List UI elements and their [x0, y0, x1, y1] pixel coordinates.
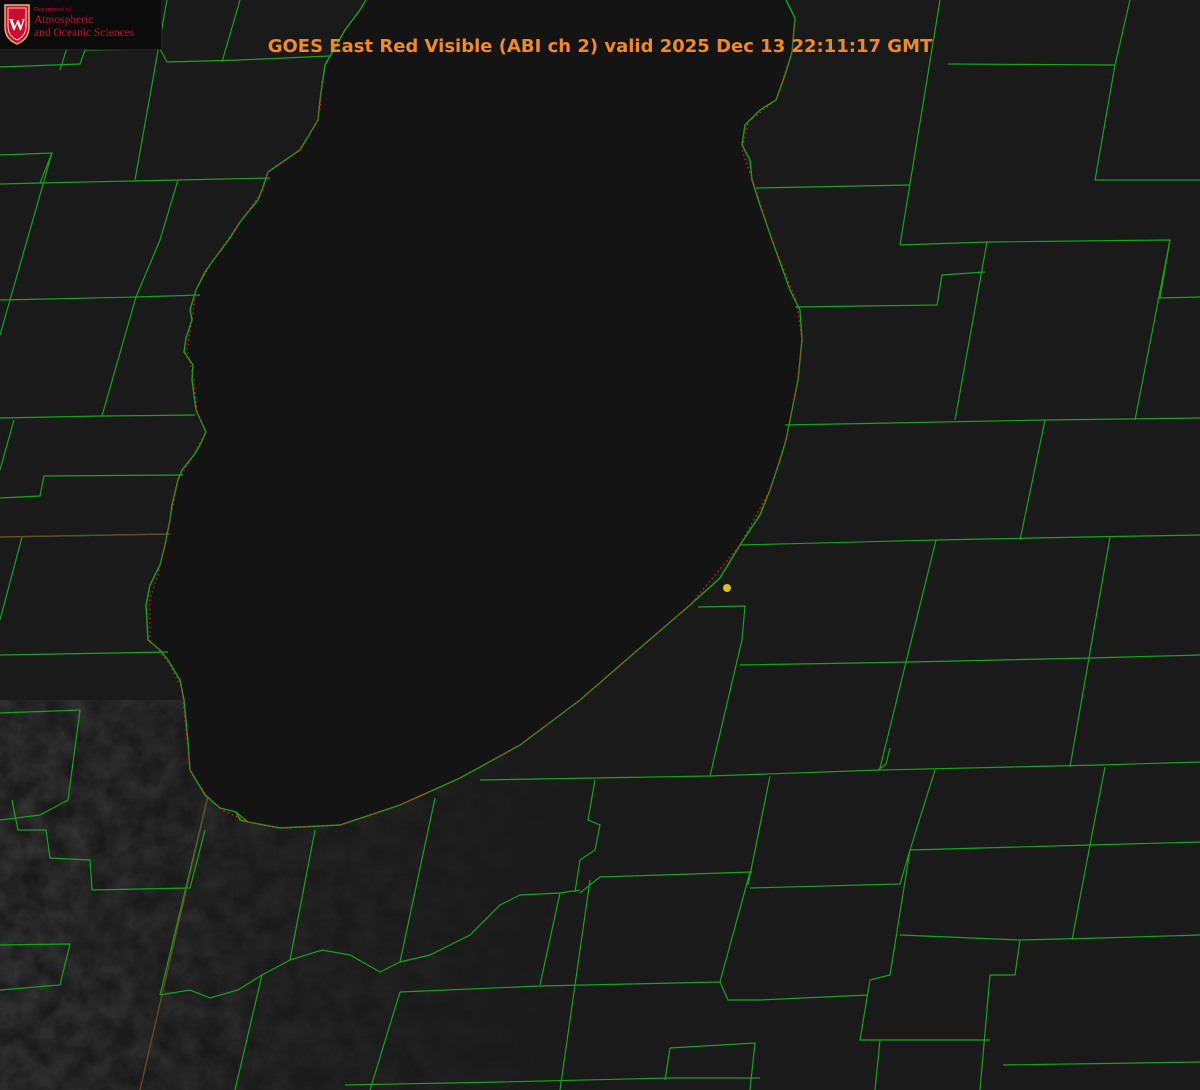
location-marker: [723, 584, 731, 592]
satellite-map: [0, 0, 1200, 1090]
logo-dept-text: Department of: [34, 7, 72, 13]
logo-line-1: Atmospheric: [34, 14, 94, 26]
svg-text:W: W: [9, 15, 26, 34]
image-title: GOES East Red Visible (ABI ch 2) valid 2…: [267, 36, 933, 57]
